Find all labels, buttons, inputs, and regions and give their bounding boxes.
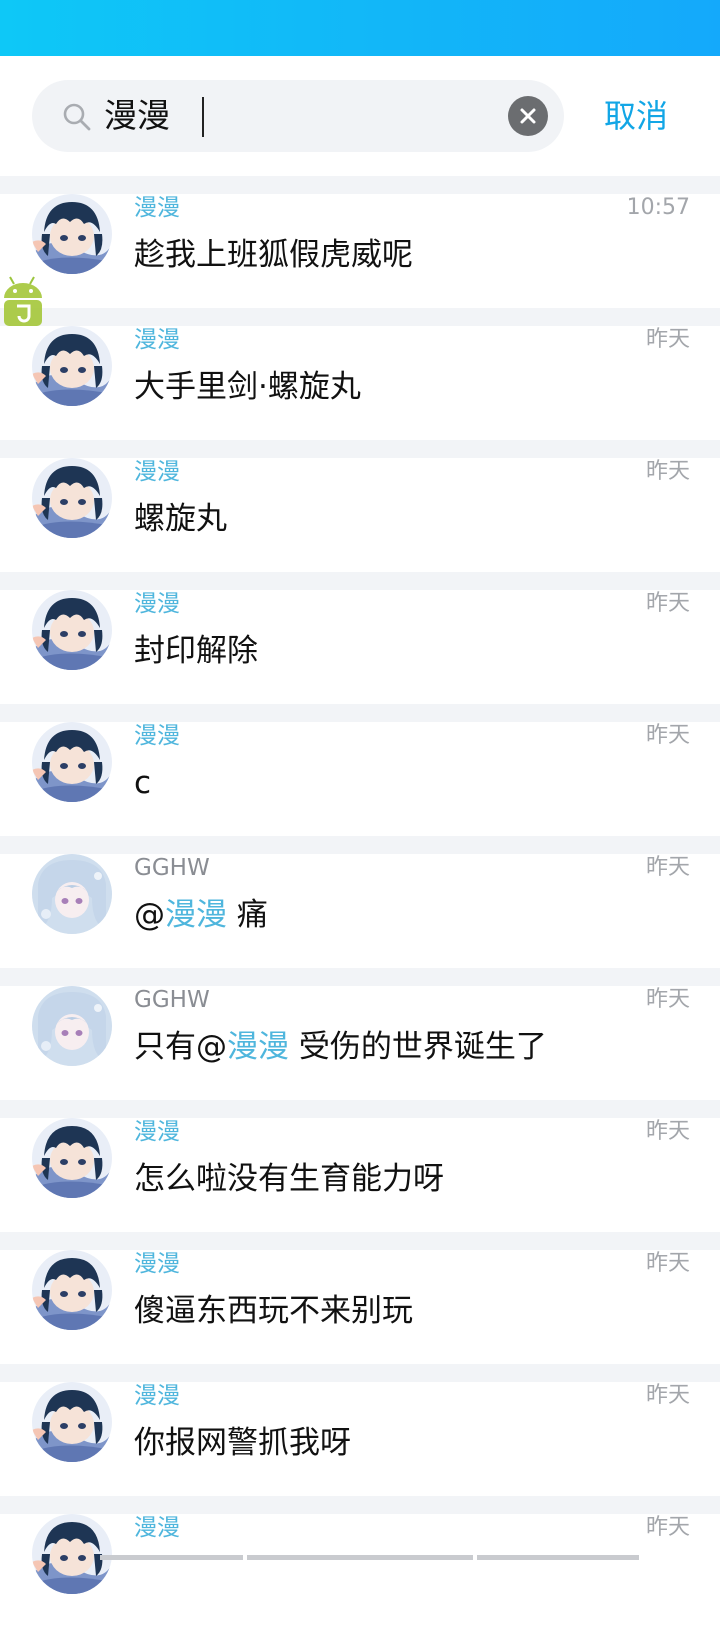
android-debug-icon	[4, 276, 42, 326]
message-text: 你报网警抓我呀	[134, 1425, 351, 1461]
cancel-button[interactable]: 取消	[604, 94, 668, 138]
close-icon	[520, 108, 536, 124]
search-box[interactable]	[32, 80, 564, 152]
scroll-indicator	[100, 1555, 243, 1560]
clear-search-button[interactable]	[508, 96, 548, 136]
sender-name: 漫漫	[134, 1251, 180, 1277]
sender-name: GGHW	[134, 855, 210, 881]
list-separator	[0, 836, 720, 854]
avatar[interactable]	[32, 458, 112, 538]
sender-name: 漫漫	[134, 327, 180, 353]
text-caret	[202, 97, 204, 137]
avatar[interactable]	[32, 590, 112, 670]
list-separator	[0, 308, 720, 326]
avatar[interactable]	[32, 194, 112, 274]
sender-name: 漫漫	[134, 723, 180, 749]
search-header: 取消	[0, 56, 720, 176]
message-text: 大手里剑·螺旋丸	[134, 369, 361, 405]
message-time: 昨天	[645, 327, 690, 352]
scroll-indicator	[247, 1555, 473, 1560]
message-result-item[interactable]: GGHW 昨天 @漫漫 痛	[0, 854, 720, 968]
message-time: 昨天	[645, 1515, 690, 1540]
sender-name: 漫漫	[134, 1119, 180, 1145]
list-separator	[0, 1232, 720, 1250]
mention-link[interactable]: 漫漫	[165, 897, 227, 933]
status-bar	[0, 0, 720, 56]
message-time: 昨天	[645, 459, 690, 484]
sender-name: GGHW	[134, 987, 210, 1013]
message-result-item[interactable]: 漫漫 昨天你报网警抓我呀	[0, 1382, 720, 1496]
message-result-item[interactable]: 漫漫 昨天螺旋丸	[0, 458, 720, 572]
list-separator	[0, 1496, 720, 1514]
message-text: 怎么啦没有生育能力呀	[134, 1161, 444, 1197]
message-text: 趁我上班狐假虎威呢	[134, 237, 413, 273]
list-separator	[0, 968, 720, 986]
sender-name: 漫漫	[134, 1383, 180, 1409]
list-separator	[0, 572, 720, 590]
search-input[interactable]	[104, 80, 484, 152]
message-result-item[interactable]: 漫漫 昨天怎么啦没有生育能力呀	[0, 1118, 720, 1232]
message-text: 只有@漫漫 受伤的世界诞生了	[134, 1026, 547, 1068]
list-separator	[0, 704, 720, 722]
search-icon	[63, 103, 91, 131]
avatar[interactable]	[32, 722, 112, 802]
sender-name: 漫漫	[134, 195, 180, 221]
sender-name: 漫漫	[134, 1515, 180, 1541]
message-text: @漫漫 痛	[134, 894, 268, 936]
message-result-item[interactable]: GGHW 昨天只有@漫漫 受伤的世界诞生了	[0, 986, 720, 1100]
message-time: 昨天	[645, 723, 690, 748]
message-text: 螺旋丸	[134, 501, 227, 537]
message-result-item[interactable]: 漫漫 昨天封印解除	[0, 590, 720, 704]
message-time: 昨天	[645, 1383, 690, 1408]
message-time: 昨天	[645, 987, 690, 1012]
search-results-list: 漫漫 10:57 趁我上班狐假虎威呢 漫漫 昨天 大手里剑·螺旋丸 漫漫 昨天 螺旋丸 漫漫 昨天封…	[0, 176, 720, 1628]
message-text: 傻逼东西玩不来别玩	[134, 1293, 413, 1329]
scroll-indicator	[477, 1555, 639, 1560]
message-time: 昨天	[645, 591, 690, 616]
message-text: 封印解除	[134, 633, 258, 669]
list-separator	[0, 176, 720, 194]
message-result-item[interactable]: 漫漫 10:57 趁我上班狐假虎威呢	[0, 194, 720, 308]
message-result-item[interactable]: 漫漫 昨天傻逼东西玩不来别玩	[0, 1250, 720, 1364]
sender-name: 漫漫	[134, 591, 180, 617]
list-separator	[0, 440, 720, 458]
avatar[interactable]	[32, 854, 112, 934]
message-text-prefix: @	[134, 897, 165, 933]
avatar[interactable]	[32, 326, 112, 406]
message-time: 10:57	[626, 195, 690, 220]
message-time: 昨天	[645, 1119, 690, 1144]
avatar[interactable]	[32, 1118, 112, 1198]
mention-link[interactable]: 漫漫	[227, 1029, 289, 1065]
avatar[interactable]	[32, 986, 112, 1066]
message-text-suffix: 受伤的世界诞生了	[289, 1029, 547, 1065]
message-text: c	[134, 765, 152, 801]
message-result-item[interactable]: 漫漫 昨天大手里剑·螺旋丸	[0, 326, 720, 440]
list-separator	[0, 1100, 720, 1118]
message-result-item[interactable]: 漫漫 昨天 c	[0, 722, 720, 836]
avatar[interactable]	[32, 1382, 112, 1462]
list-separator	[0, 1364, 720, 1382]
message-time: 昨天	[645, 1251, 690, 1276]
sender-name: 漫漫	[134, 459, 180, 485]
message-text-prefix: 只有@	[134, 1029, 227, 1065]
avatar[interactable]	[32, 1250, 112, 1330]
message-time: 昨天	[645, 855, 690, 880]
message-result-item[interactable]: 漫漫 昨天	[0, 1514, 720, 1628]
message-text-suffix: 痛	[227, 897, 268, 933]
avatar[interactable]	[32, 1514, 112, 1594]
